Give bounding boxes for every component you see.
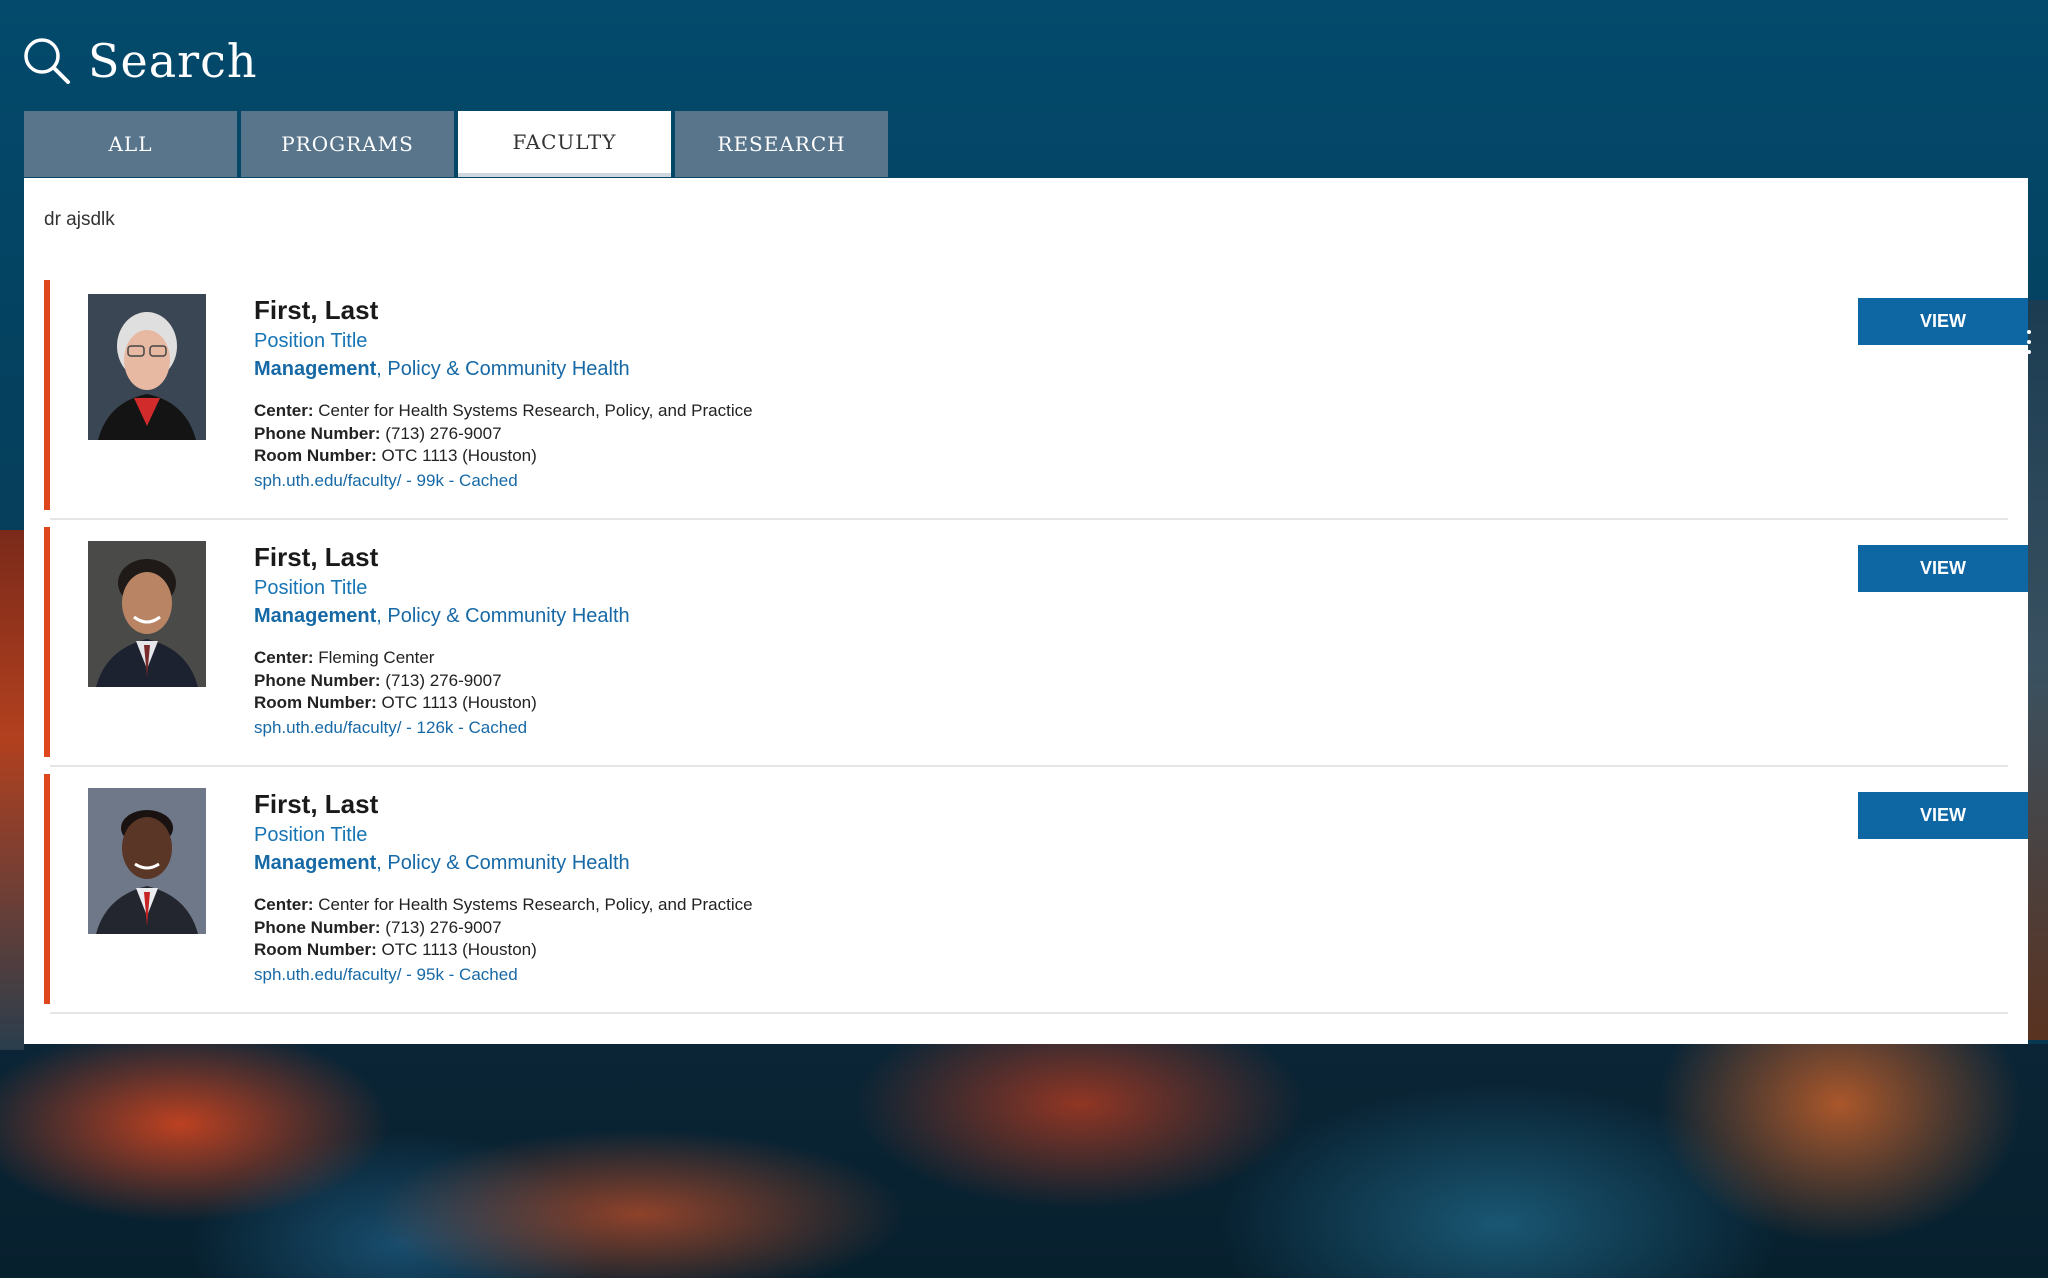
tab-research[interactable]: RESEARCH xyxy=(675,111,888,177)
faculty-name: First, Last xyxy=(254,542,379,572)
search-header: Search xyxy=(22,30,258,92)
tab-faculty[interactable]: FACULTY xyxy=(458,111,671,177)
result-item: First, Last Position Title Management, P… xyxy=(44,774,2028,1014)
center-line: Center: Center for Health Systems Resear… xyxy=(254,894,1254,917)
room-line: Room Number: OTC 1113 (Houston) xyxy=(254,939,1254,962)
faculty-photo xyxy=(88,294,206,440)
department-rest: , Policy & Community Health xyxy=(376,852,630,874)
result-url-link[interactable]: sph.uth.edu/faculty/ - 126k - Cached xyxy=(254,715,1254,741)
faculty-position[interactable]: Position Title xyxy=(254,822,1254,848)
phone-value: (713) 276-9007 xyxy=(385,670,502,690)
phone-line: Phone Number: (713) 276-9007 xyxy=(254,423,1254,446)
results-list: First, Last Position Title Management, P… xyxy=(44,280,2028,1021)
result-info: First, Last Position Title Management, P… xyxy=(254,541,1254,741)
search-tabs: ALL PROGRAMS FACULTY RESEARCH xyxy=(24,111,888,177)
faculty-details: Center: Fleming Center Phone Number: (71… xyxy=(254,647,1254,741)
center-line: Center: Center for Health Systems Resear… xyxy=(254,400,1254,423)
phone-value: (713) 276-9007 xyxy=(385,917,502,937)
background-artwork-left-edge xyxy=(0,530,24,1050)
phone-line: Phone Number: (713) 276-9007 xyxy=(254,917,1254,940)
result-item: First, Last Position Title Management, P… xyxy=(44,280,2028,520)
room-value: OTC 1113 (Houston) xyxy=(381,940,537,959)
phone-line: Phone Number: (713) 276-9007 xyxy=(254,670,1254,693)
faculty-department[interactable]: Management, Policy & Community Health xyxy=(254,850,1254,876)
search-input[interactable] xyxy=(44,202,644,238)
faculty-photo xyxy=(88,788,206,934)
phone-label: Phone Number: xyxy=(254,917,381,937)
results-panel: First, Last Position Title Management, P… xyxy=(24,178,2028,1044)
room-label: Room Number: xyxy=(254,940,377,959)
more-options-icon[interactable] xyxy=(2024,330,2034,354)
room-line: Room Number: OTC 1113 (Houston) xyxy=(254,692,1254,715)
result-info: First, Last Position Title Management, P… xyxy=(254,788,1254,988)
center-label: Center: xyxy=(254,648,314,667)
faculty-details: Center: Center for Health Systems Resear… xyxy=(254,400,1254,494)
result-info: First, Last Position Title Management, P… xyxy=(254,294,1254,494)
tab-all[interactable]: ALL xyxy=(24,111,237,177)
background-artwork-right-edge xyxy=(2028,300,2048,1040)
result-divider xyxy=(50,1012,2008,1014)
room-label: Room Number: xyxy=(254,693,377,712)
department-rest: , Policy & Community Health xyxy=(376,605,630,627)
phone-label: Phone Number: xyxy=(254,423,381,443)
faculty-name: First, Last xyxy=(254,295,379,325)
room-label: Room Number: xyxy=(254,446,377,465)
center-line: Center: Fleming Center xyxy=(254,647,1254,670)
center-label: Center: xyxy=(254,401,314,420)
view-button[interactable]: VIEW xyxy=(1858,792,2028,839)
faculty-department[interactable]: Management, Policy & Community Health xyxy=(254,356,1254,382)
page-title: Search xyxy=(88,34,258,88)
tab-programs[interactable]: PROGRAMS xyxy=(241,111,454,177)
faculty-department[interactable]: Management, Policy & Community Health xyxy=(254,603,1254,629)
result-item: First, Last Position Title Management, P… xyxy=(44,527,2028,767)
kebab-dot xyxy=(2027,350,2031,354)
phone-value: (713) 276-9007 xyxy=(385,423,502,443)
room-value: OTC 1113 (Houston) xyxy=(381,693,537,712)
center-value: Center for Health Systems Research, Poli… xyxy=(318,895,753,914)
room-line: Room Number: OTC 1113 (Houston) xyxy=(254,445,1254,468)
result-url-link[interactable]: sph.uth.edu/faculty/ - 99k - Cached xyxy=(254,468,1254,494)
phone-label: Phone Number: xyxy=(254,670,381,690)
department-strong: Management xyxy=(254,852,377,874)
faculty-photo xyxy=(88,541,206,687)
department-rest: , Policy & Community Health xyxy=(376,358,630,380)
kebab-dot xyxy=(2027,330,2031,334)
center-value: Center for Health Systems Research, Poli… xyxy=(318,401,753,420)
background-artwork xyxy=(0,1044,2048,1278)
view-button[interactable]: VIEW xyxy=(1858,298,2028,345)
result-divider xyxy=(50,765,2008,767)
center-label: Center: xyxy=(254,895,314,914)
faculty-details: Center: Center for Health Systems Resear… xyxy=(254,894,1254,988)
search-icon xyxy=(22,36,72,86)
department-strong: Management xyxy=(254,358,377,380)
result-divider xyxy=(50,518,2008,520)
result-url-link[interactable]: sph.uth.edu/faculty/ - 95k - Cached xyxy=(254,962,1254,988)
faculty-name: First, Last xyxy=(254,789,379,819)
faculty-position[interactable]: Position Title xyxy=(254,328,1254,354)
center-value: Fleming Center xyxy=(318,648,435,667)
room-value: OTC 1113 (Houston) xyxy=(381,446,537,465)
department-strong: Management xyxy=(254,605,377,627)
kebab-dot xyxy=(2027,340,2031,344)
faculty-position[interactable]: Position Title xyxy=(254,575,1254,601)
view-button[interactable]: VIEW xyxy=(1858,545,2028,592)
